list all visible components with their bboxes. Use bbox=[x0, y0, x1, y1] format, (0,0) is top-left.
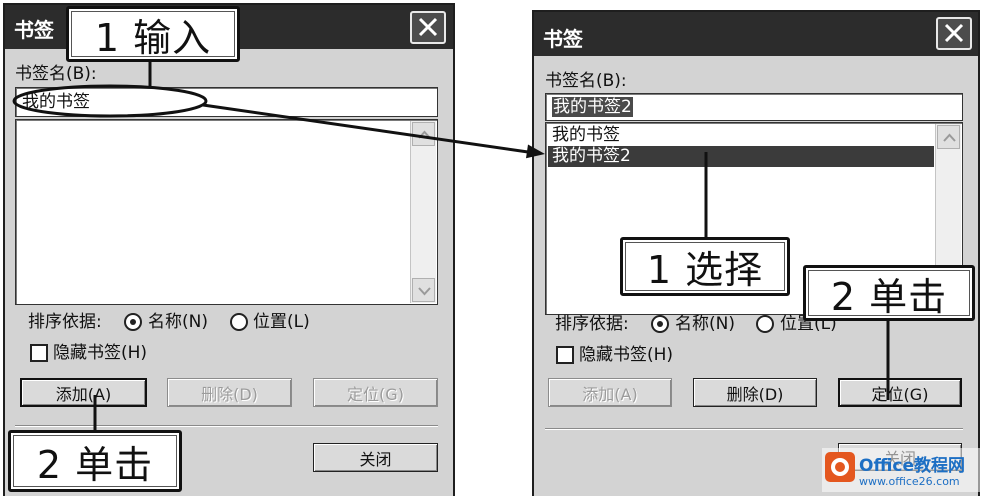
list-item-selected[interactable]: 我的书签2 bbox=[548, 146, 934, 167]
delete-button: 删除(D) bbox=[167, 378, 292, 407]
sort-by-name-label[interactable]: 名称(N) bbox=[675, 313, 735, 335]
hide-bookmarks-checkbox[interactable] bbox=[30, 344, 48, 362]
goto-button: 定位(G) bbox=[313, 378, 438, 407]
chevron-up-icon bbox=[943, 133, 956, 142]
hide-bookmarks-checkbox[interactable] bbox=[556, 346, 574, 364]
bookmark-dialog-left: 书签 书签名(B): 我的书签 排序依据: 名称(N) 位置(L) 隐藏书签(H… bbox=[3, 3, 455, 496]
hide-bookmarks-label[interactable]: 隐藏书签(H) bbox=[53, 342, 147, 364]
delete-button[interactable]: 删除(D) bbox=[693, 378, 817, 407]
add-button: 添加(A) bbox=[548, 378, 672, 407]
list-scrollbar[interactable] bbox=[410, 121, 436, 303]
sort-by-name-radio[interactable] bbox=[124, 313, 142, 331]
sort-label: 排序依据: bbox=[28, 312, 102, 332]
bookmark-name-input[interactable]: 我的书签2 bbox=[545, 93, 963, 121]
scroll-up-icon[interactable] bbox=[412, 122, 435, 146]
bookmark-name-label: 书签名(B): bbox=[15, 64, 97, 84]
sort-by-name-label[interactable]: 名称(N) bbox=[148, 311, 208, 333]
bookmark-name-value: 我的书签2 bbox=[552, 97, 633, 117]
sort-by-position-label[interactable]: 位置(L) bbox=[253, 311, 310, 333]
watermark-logo: Office教程网 www.office26.com bbox=[822, 448, 985, 492]
divider bbox=[15, 425, 438, 427]
chevron-up-icon bbox=[418, 130, 431, 139]
add-button[interactable]: 添加(A) bbox=[20, 378, 147, 407]
bookmark-list[interactable] bbox=[15, 119, 438, 305]
bookmark-name-value: 我的书签 bbox=[22, 92, 90, 112]
sort-by-position-radio[interactable] bbox=[230, 313, 248, 331]
sort-by-name-radio[interactable] bbox=[651, 315, 669, 333]
divider bbox=[545, 428, 963, 430]
chevron-down-icon bbox=[418, 287, 431, 296]
scroll-down-icon[interactable] bbox=[412, 278, 435, 302]
hide-bookmarks-label[interactable]: 隐藏书签(H) bbox=[579, 344, 673, 366]
title-bar: 书签 bbox=[534, 12, 978, 56]
close-x-icon[interactable] bbox=[936, 17, 972, 50]
callout-step2-click: 2 单击 bbox=[8, 430, 182, 492]
watermark-url: www.office26.com bbox=[859, 475, 960, 488]
dialog-title: 书签 bbox=[543, 27, 583, 51]
close-x-glyph bbox=[418, 17, 438, 37]
close-x-icon[interactable] bbox=[410, 11, 446, 44]
dialog-title: 书签 bbox=[14, 18, 54, 42]
close-x-glyph bbox=[944, 23, 964, 43]
watermark-brand: Office教程网 bbox=[859, 456, 966, 476]
sort-by-position-radio[interactable] bbox=[756, 315, 774, 333]
goto-button[interactable]: 定位(G) bbox=[838, 378, 962, 407]
sort-label: 排序依据: bbox=[555, 314, 629, 334]
bookmark-name-input[interactable]: 我的书签 bbox=[15, 87, 438, 117]
bookmark-name-label: 书签名(B): bbox=[545, 71, 627, 91]
close-button[interactable]: 关闭 bbox=[313, 443, 438, 472]
callout-step1-select: 1 选择 bbox=[620, 237, 790, 296]
office-logo-icon bbox=[825, 452, 855, 482]
callout-step2-click-right: 2 单击 bbox=[803, 265, 975, 321]
scroll-up-icon[interactable] bbox=[937, 125, 960, 149]
callout-step1-input: 1 输入 bbox=[66, 6, 240, 62]
list-item[interactable]: 我的书签 bbox=[548, 125, 934, 146]
